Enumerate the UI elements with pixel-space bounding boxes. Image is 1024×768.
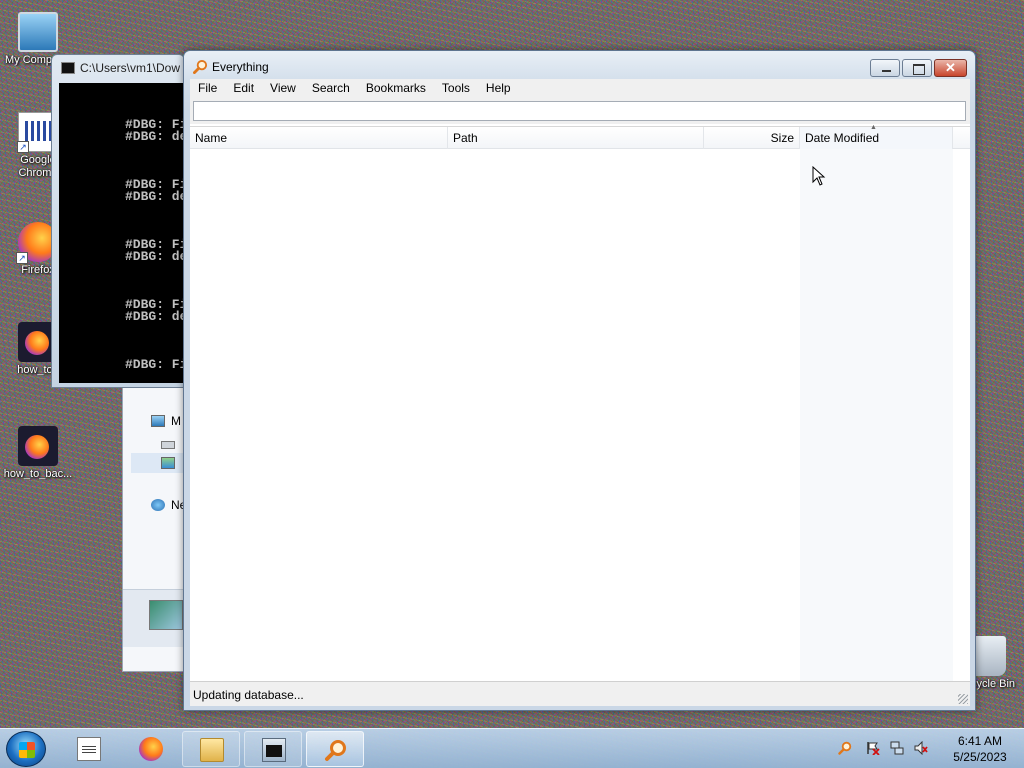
- nav-item-computer[interactable]: M: [171, 414, 181, 428]
- console-line: #DBG: de: [125, 309, 185, 324]
- desktop-icon-label: how_to_bac...: [3, 468, 73, 480]
- menu-tools[interactable]: Tools: [434, 79, 478, 98]
- search-input[interactable]: [193, 101, 966, 121]
- drive-icon: [161, 441, 175, 449]
- console-window[interactable]: C:\Users\vm1\Dow #DBG: Fi #DBG: de #DBG:…: [51, 54, 185, 388]
- console-title: C:\Users\vm1\Dow: [80, 61, 181, 75]
- network-icon[interactable]: [890, 741, 904, 755]
- column-header-label: Path: [453, 131, 478, 145]
- sorted-column-shade: [800, 149, 953, 682]
- column-header-label: Name: [195, 131, 228, 145]
- explorer-window[interactable]: M Ne: [122, 380, 193, 672]
- menu-bookmarks[interactable]: Bookmarks: [358, 79, 434, 98]
- menu-file[interactable]: File: [190, 79, 225, 98]
- action-center-icon[interactable]: [866, 741, 880, 755]
- window-title: Everything: [212, 60, 269, 74]
- column-header-date-modified[interactable]: ▲ Date Modified: [800, 124, 953, 149]
- desktop-icon-label: Firefox: [21, 264, 55, 276]
- sort-ascending-icon: ▲: [870, 124, 877, 131]
- console-icon: [262, 738, 286, 762]
- clock-time: 6:41 AM: [957, 734, 1003, 748]
- maximize-icon: [903, 60, 931, 76]
- computer-icon: [151, 415, 165, 427]
- clock[interactable]: 6:41 AM 5/25/2023: [942, 733, 1018, 765]
- menu-view[interactable]: View: [262, 79, 304, 98]
- everything-tray-icon[interactable]: [838, 741, 852, 755]
- firefox-document-icon: [18, 426, 58, 466]
- taskbar-firefox[interactable]: [122, 731, 180, 767]
- firefox-icon: [139, 737, 163, 761]
- column-header-label: Date Modified: [805, 131, 880, 145]
- console-output[interactable]: #DBG: Fi #DBG: de #DBG: Fi #DBG: de #DBG…: [59, 83, 185, 383]
- console-line: #DBG: de: [125, 249, 185, 264]
- taskbar-explorer[interactable]: [182, 731, 240, 767]
- minimize-icon: [871, 60, 899, 76]
- column-header-path[interactable]: Path: [448, 127, 704, 149]
- clock-date: 5/25/2023: [953, 750, 1007, 764]
- everything-client: File Edit View Search Bookmarks Tools He…: [190, 79, 970, 706]
- menu-edit[interactable]: Edit: [225, 79, 262, 98]
- shortcut-arrow-icon: ↗: [16, 252, 28, 264]
- console-line: #DBG: de: [125, 189, 185, 204]
- desktop-icon-how-to-2[interactable]: how_to_bac...: [0, 426, 76, 480]
- list-header: Name Path Size ▲ Date Modified: [190, 124, 970, 149]
- start-button[interactable]: [6, 731, 46, 767]
- console-line: #DBG: Fi: [125, 357, 185, 372]
- maximize-button[interactable]: [902, 59, 932, 77]
- system-drive-icon: [161, 457, 175, 469]
- minimize-button[interactable]: [870, 59, 900, 77]
- status-bar: Updating database...: [190, 681, 970, 706]
- console-icon: [61, 62, 75, 74]
- console-line: #DBG: de: [125, 129, 185, 144]
- search-bar: [190, 98, 970, 124]
- column-header-filler: [953, 127, 970, 149]
- shortcut-arrow-icon: ↗: [17, 141, 29, 153]
- results-list[interactable]: Name Path Size ▲ Date Modified: [190, 124, 970, 682]
- taskbar: 6:41 AM 5/25/2023: [0, 728, 1024, 768]
- menu-help[interactable]: Help: [478, 79, 519, 98]
- magnifier-icon: [325, 740, 346, 761]
- column-header-name[interactable]: Name: [190, 127, 448, 149]
- folder-icon: [200, 738, 224, 762]
- resize-grip-icon[interactable]: [958, 694, 968, 704]
- status-text: Updating database...: [193, 688, 304, 702]
- everything-window[interactable]: Everything ✕ File Edit View Search Bookm…: [183, 50, 976, 711]
- taskbar-console[interactable]: [244, 731, 302, 767]
- taskbar-everything[interactable]: [306, 731, 364, 767]
- network-icon: [151, 499, 165, 511]
- windows-logo-icon: [19, 742, 35, 758]
- notepad-icon: [77, 737, 101, 761]
- computer-icon: [18, 12, 58, 52]
- preview-thumbnail: [149, 600, 183, 630]
- column-header-size[interactable]: Size: [704, 127, 800, 149]
- volume-muted-icon[interactable]: [914, 741, 928, 755]
- mouse-cursor-icon: [812, 166, 826, 186]
- column-header-label: Size: [770, 131, 794, 145]
- menu-search[interactable]: Search: [304, 79, 358, 98]
- magnifier-icon: [193, 59, 208, 74]
- menu-bar: File Edit View Search Bookmarks Tools He…: [190, 79, 970, 98]
- close-icon: ✕: [945, 60, 956, 75]
- taskbar-notepad[interactable]: [60, 731, 118, 767]
- close-button[interactable]: ✕: [934, 59, 967, 77]
